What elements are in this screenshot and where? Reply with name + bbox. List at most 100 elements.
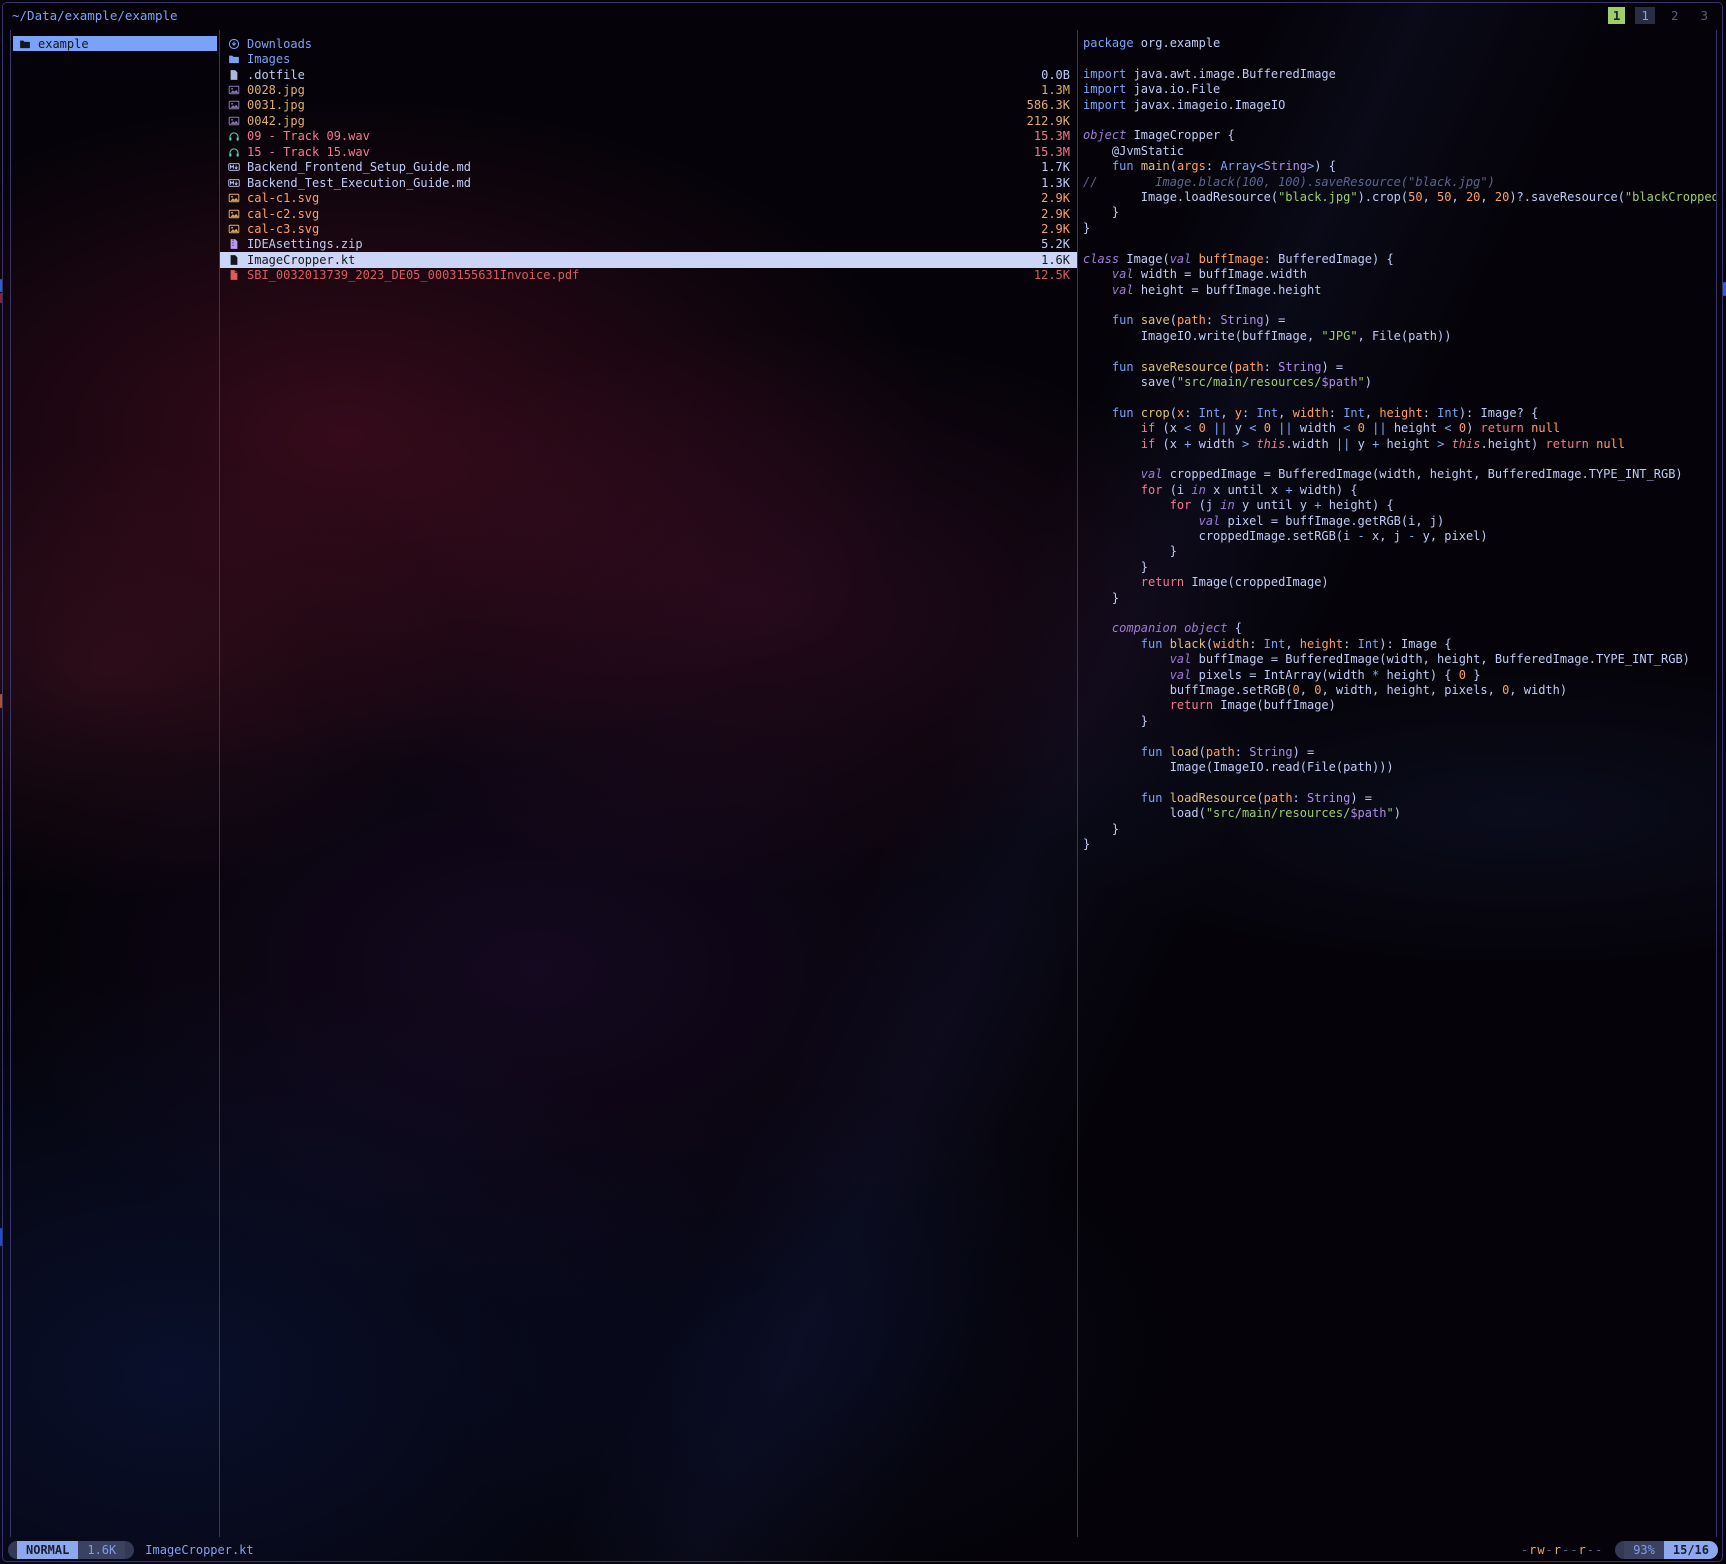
file-size: 12.5K (1026, 268, 1070, 282)
file-name: cal-c3.svg (247, 222, 319, 236)
status-bar: NORMAL 1.6K ImageCropper.kt -rw-r--r-- 9… (8, 1540, 1718, 1560)
code-line: val buffImage = BufferedImage(width, hei… (1083, 652, 1716, 667)
title-bar: ~/Data/example/example 1123 (12, 4, 1714, 26)
file-name: IDEAsettings.zip (247, 237, 363, 251)
code-line: if (x + width > this.width || y + height… (1083, 437, 1716, 452)
code-line: } (1083, 591, 1716, 606)
file-row[interactable]: Images (220, 51, 1077, 66)
code-line: load("src/main/resources/$path") (1083, 806, 1716, 821)
code-line: ImageIO.write(buffImage, "JPG", File(pat… (1083, 329, 1716, 344)
file-icon (228, 254, 240, 266)
code-line: package org.example (1083, 36, 1716, 51)
file-preview-pane[interactable]: package org.example import java.awt.imag… (1078, 30, 1717, 1537)
file-row[interactable]: IDEAsettings.zip5.2K (220, 237, 1077, 252)
code-line (1083, 452, 1716, 467)
file-name: Backend_Test_Execution_Guide.md (247, 176, 471, 190)
image-icon (228, 192, 240, 204)
code-line: val height = buffImage.height (1083, 283, 1716, 298)
image-icon (228, 99, 240, 111)
folder-icon (19, 38, 31, 50)
code-line: } (1083, 560, 1716, 575)
file-name: 0042.jpg (247, 114, 305, 128)
code-line: for (j in y until y + height) { (1083, 498, 1716, 513)
code-line: fun save(path: String) = (1083, 313, 1716, 328)
file-size: 2.9K (1033, 207, 1070, 221)
code-line: // Image.black(100, 100).saveResource("b… (1083, 175, 1716, 190)
file-name: cal-c2.svg (247, 207, 319, 221)
file-row[interactable]: 09 - Track 09.wav 15.3M (220, 129, 1077, 144)
file-row[interactable]: Backend_Test_Execution_Guide.md1.3K (220, 175, 1077, 190)
file-permissions: -rw-r--r-- (1521, 1543, 1603, 1557)
code-line: import java.awt.image.BufferedImage (1083, 67, 1716, 82)
tab-2[interactable]: 2 (1665, 7, 1685, 24)
code-line: } (1083, 544, 1716, 559)
powerline-cap (1615, 1541, 1624, 1559)
markdown-icon (228, 161, 240, 173)
tab-1[interactable]: 1 (1635, 7, 1655, 24)
file-size: 2.9K (1033, 222, 1070, 236)
audio-icon (228, 146, 240, 158)
tab-bar: 1123 (1608, 7, 1714, 24)
archive-icon (228, 238, 240, 250)
file-list-pane[interactable]: DownloadsImages.dotfile0.0B0028.jpg1.3M0… (220, 30, 1078, 1537)
file-row[interactable]: example (13, 36, 217, 51)
file-row[interactable]: Downloads (220, 36, 1077, 51)
tab-3[interactable]: 3 (1694, 7, 1714, 24)
code-line: return Image(buffImage) (1083, 698, 1716, 713)
status-right: -rw-r--r-- 93% 15/16 (1521, 1541, 1718, 1559)
code-line: } (1083, 837, 1716, 852)
file-size: 15.3M (1026, 129, 1070, 143)
code-line: companion object { (1083, 621, 1716, 636)
code-line (1083, 51, 1716, 66)
powerline-cap (125, 1541, 134, 1559)
code-line: } (1083, 221, 1716, 236)
code-line: return Image(croppedImage) (1083, 575, 1716, 590)
file-row[interactable]: cal-c2.svg 2.9K (220, 206, 1077, 221)
code-line: fun loadResource(path: String) = (1083, 791, 1716, 806)
terminal-screen: ~/Data/example/example 1123 example Down… (0, 0, 1726, 1564)
powerline-cap (8, 1541, 17, 1559)
code-line: } (1083, 714, 1716, 729)
file-name: 15 - Track 15.wav (247, 145, 370, 159)
code-line: save("src/main/resources/$path") (1083, 375, 1716, 390)
file-row[interactable]: 0031.jpg 586.3K (220, 98, 1077, 113)
file-row[interactable]: cal-c1.svg2.9K (220, 190, 1077, 205)
file-row[interactable]: SBI_0032013739_2023_DE05_0003155631Invoi… (220, 268, 1077, 283)
file-size: 15.3M (1026, 145, 1070, 159)
file-row[interactable]: Backend_Frontend_Setup_Guide.md1.7K (220, 160, 1077, 175)
code-line: val croppedImage = BufferedImage(width, … (1083, 467, 1716, 482)
file-name: 0028.jpg (247, 83, 305, 97)
code-line: fun main(args: Array<String>) { (1083, 159, 1716, 174)
file-name: example (38, 37, 89, 51)
code-line (1083, 776, 1716, 791)
file-icon (228, 69, 240, 81)
code-line (1083, 344, 1716, 359)
code-line: } (1083, 205, 1716, 220)
file-row[interactable]: 0028.jpg1.3M (220, 82, 1077, 97)
file-name: Backend_Frontend_Setup_Guide.md (247, 160, 471, 174)
audio-icon (228, 130, 240, 142)
file-row[interactable]: 0042.jpg212.9K (220, 113, 1077, 128)
code-line (1083, 390, 1716, 405)
code-line (1083, 729, 1716, 744)
file-name: 09 - Track 09.wav (247, 129, 370, 143)
code-line: val width = buffImage.width (1083, 267, 1716, 282)
code-preview: package org.example import java.awt.imag… (1078, 30, 1716, 853)
pdf-icon (228, 269, 240, 281)
task-count-badge: 1 (1608, 7, 1626, 24)
file-size: 586.3K (1019, 98, 1070, 112)
file-row[interactable]: ImageCropper.kt1.6K (220, 252, 1077, 267)
code-line (1083, 113, 1716, 128)
image-icon (228, 223, 240, 235)
code-line: Image(ImageIO.read(File(path))) (1083, 760, 1716, 775)
code-line: } (1083, 822, 1716, 837)
code-line (1083, 298, 1716, 313)
mode-indicator: NORMAL (17, 1541, 78, 1559)
file-name: 0031.jpg (247, 98, 305, 112)
file-row[interactable]: 15 - Track 15.wav 15.3M (220, 144, 1077, 159)
parent-directory-pane[interactable]: example (10, 30, 220, 1537)
file-row[interactable]: cal-c3.svg 2.9K (220, 221, 1077, 236)
file-row[interactable]: .dotfile0.0B (220, 67, 1077, 82)
file-size: 2.9K (1033, 191, 1070, 205)
download-icon (228, 38, 240, 50)
